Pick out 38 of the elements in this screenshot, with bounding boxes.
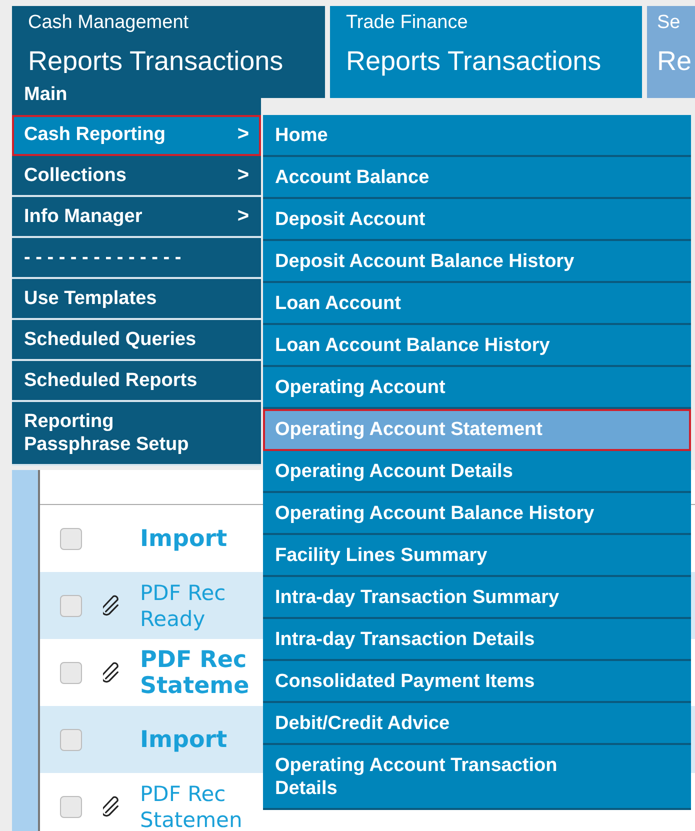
submenu-item[interactable]: Loan Account: [263, 283, 691, 325]
submenu-item[interactable]: Operating Account Statement: [263, 409, 691, 451]
menu-item[interactable]: Use Templates: [12, 279, 261, 320]
row-checkbox[interactable]: [60, 528, 82, 550]
menu-item[interactable]: Scheduled Queries: [12, 320, 261, 361]
submenu-item[interactable]: Consolidated Payment Items: [263, 661, 691, 703]
submenu-item[interactable]: Facility Lines Summary: [263, 535, 691, 577]
submenu-item[interactable]: Deposit Account Balance History: [263, 241, 691, 283]
menu-item[interactable]: Main: [12, 73, 261, 115]
row-checkbox[interactable]: [60, 796, 82, 818]
menu-item[interactable]: Cash Reporting >: [12, 115, 261, 156]
row-checkbox[interactable]: [60, 728, 82, 750]
submenu-item[interactable]: Operating Account Balance History: [263, 493, 691, 535]
report-name[interactable]: PDF Rec Stateme: [140, 646, 250, 698]
submenu-item[interactable]: Operating Account: [263, 367, 691, 409]
module-tab[interactable]: Se Re: [647, 6, 695, 98]
report-name[interactable]: PDF Rec Ready: [140, 580, 226, 632]
report-name[interactable]: Import: [140, 526, 228, 552]
menu-item[interactable]: Reporting Passphrase Setup: [12, 402, 261, 466]
module-tab[interactable]: Trade Finance Reports Transactions: [330, 6, 642, 98]
report-name[interactable]: Import: [140, 726, 228, 752]
chevron-icon: >: [237, 123, 249, 146]
submenu-item[interactable]: Home: [263, 115, 691, 157]
submenu-item[interactable]: Intra-day Transaction Summary: [263, 577, 691, 619]
submenu-item[interactable]: Operating Account Details: [263, 451, 691, 493]
chevron-icon: >: [237, 205, 249, 228]
submenu-item[interactable]: Intra-day Transaction Details: [263, 619, 691, 661]
row-checkbox[interactable]: [60, 662, 82, 684]
chevron-icon: >: [237, 164, 249, 187]
submenu-item[interactable]: Debit/Credit Advice: [263, 703, 691, 745]
submenu-item[interactable]: Deposit Account: [263, 199, 691, 241]
menu-item[interactable]: Collections >: [12, 156, 261, 197]
submenu-item[interactable]: Loan Account Balance History: [263, 325, 691, 367]
row-checkbox[interactable]: [60, 594, 82, 616]
menu-item[interactable]: Scheduled Reports: [12, 361, 261, 402]
submenu-item[interactable]: Operating Account Transaction Details: [263, 745, 691, 810]
submenu-item[interactable]: Account Balance: [263, 157, 691, 199]
report-name[interactable]: PDF Rec Statemen: [140, 780, 242, 831]
